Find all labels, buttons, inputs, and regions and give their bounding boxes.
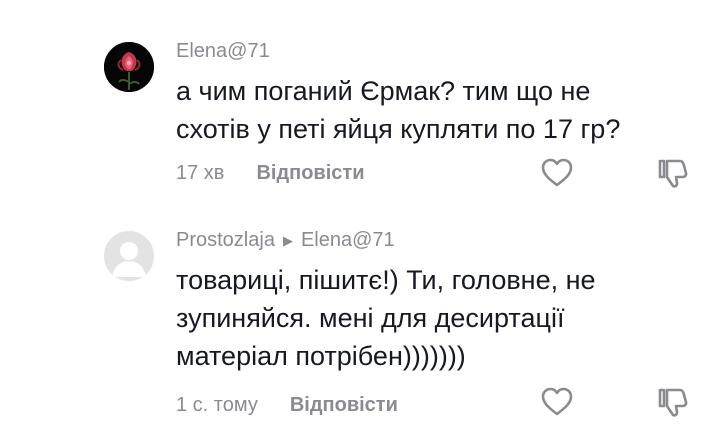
- timestamp: 1 с. тому: [176, 394, 258, 416]
- author-name[interactable]: Prostozlaja: [176, 229, 275, 252]
- timestamp: 17 хв: [176, 162, 225, 184]
- flower-avatar-icon: [104, 42, 154, 92]
- comment-meta: 17 хв Відповісти: [176, 162, 365, 185]
- avatar[interactable]: [104, 42, 154, 92]
- reply-button[interactable]: Відповісти: [256, 162, 364, 185]
- author-name[interactable]: Elena@71: [176, 40, 270, 63]
- comment-text-line: зупиняйся. мені для десиртації: [176, 303, 565, 333]
- heart-outline-icon[interactable]: [540, 156, 574, 190]
- reply-arrow-icon: ▶: [282, 232, 293, 248]
- comment-text-line: а чим поганий Єрмак? тим що не: [176, 76, 591, 106]
- default-avatar-icon: [104, 231, 154, 281]
- comment-text-line: матеріал потрібен))))))): [176, 341, 466, 371]
- comment-meta: 1 с. тому Відповісти: [176, 394, 398, 417]
- comment-item: Prostozlaja ▶ Elena@71 товариці, пішитє!…: [0, 225, 715, 435]
- thumbs-down-icon[interactable]: [656, 156, 690, 190]
- comment-text: а чим поганий Єрмак? тим що не схотів у …: [176, 72, 676, 148]
- comment-text: товариці, пішитє!) Ти, головне, не зупин…: [176, 261, 676, 375]
- author-line: Elena@71: [176, 40, 270, 63]
- reply-to-name[interactable]: Elena@71: [301, 229, 395, 252]
- comment-item: Elena@71 а чим поганий Єрмак? тим що не …: [0, 36, 715, 206]
- author-line: Prostozlaja ▶ Elena@71: [176, 229, 395, 252]
- heart-outline-icon[interactable]: [540, 385, 574, 419]
- comment-text-line: товариці, пішитє!) Ти, головне, не: [176, 265, 596, 295]
- thumbs-down-icon[interactable]: [656, 385, 690, 419]
- comment-text-line: схотів у петі яйця купляти по 17 гр?: [176, 114, 621, 144]
- avatar[interactable]: [104, 231, 154, 281]
- reply-button[interactable]: Відповісти: [290, 394, 398, 417]
